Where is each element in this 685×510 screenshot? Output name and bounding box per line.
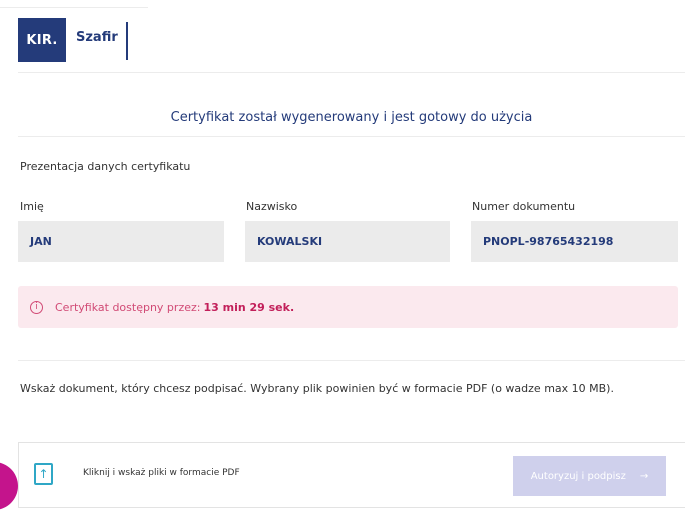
alert-text: Certyfikat dostępny przez: [55, 300, 201, 314]
szafir-logo: Szafir [76, 30, 118, 45]
floating-circle [0, 462, 18, 510]
document-number-field: PNOPL-98765432198 [471, 221, 678, 262]
upload-file-icon[interactable]: ↑ [34, 463, 53, 485]
logo-separator [126, 22, 128, 60]
alert-time: 13 min 29 sek. [203, 300, 295, 314]
page-title: Certyfikat został wygenerowany i jest go… [170, 110, 533, 125]
first-name-label: Imię [20, 200, 44, 213]
header: KIR. Szafir [0, 0, 148, 70]
last-name-field: KOWALSKI [245, 221, 450, 262]
authorize-sign-button[interactable]: Autoryzuj i podpisz → [513, 456, 666, 496]
info-icon: i [30, 300, 43, 314]
document-number-label: Numer dokumentu [472, 200, 576, 213]
first-name-field: JAN [18, 221, 224, 262]
header-top-line [0, 7, 148, 8]
last-name-label: Nazwisko [246, 200, 298, 213]
section-divider [18, 360, 685, 361]
kir-logo: KIR. [18, 18, 66, 62]
instruction-text: Wskaż dokument, który chcesz podpisać. W… [20, 382, 614, 395]
upload-hint[interactable]: Kliknij i wskaż pliki w formacie PDF [83, 468, 240, 478]
header-divider [18, 72, 685, 73]
authorize-sign-label: Autoryzuj i podpisz [530, 470, 626, 482]
title-divider [18, 136, 685, 137]
section-label: Prezentacja danych certyfikatu [20, 160, 191, 173]
file-upload-area[interactable]: ↑ Kliknij i wskaż pliki w formacie PDF A… [18, 442, 685, 508]
arrow-right-icon: → [639, 470, 649, 482]
certificate-expiry-alert: i Certyfikat dostępny przez: 13 min 29 s… [18, 286, 678, 328]
